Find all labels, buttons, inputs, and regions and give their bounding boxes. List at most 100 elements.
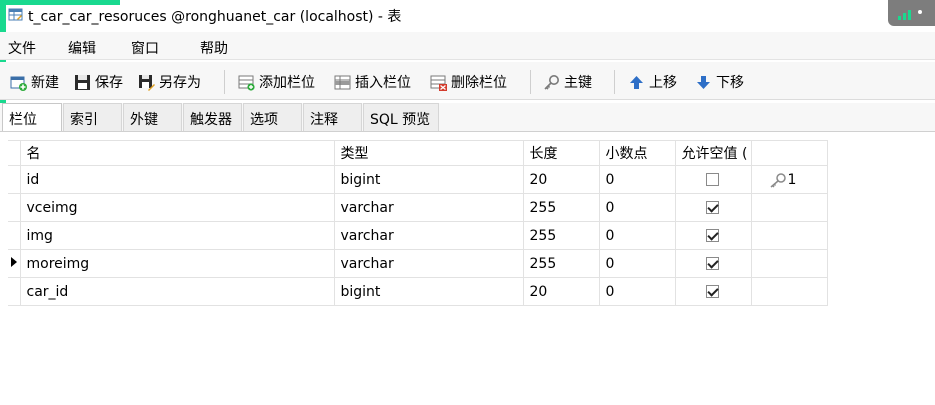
table-row[interactable]: car_id bigint 20 0 bbox=[8, 277, 828, 306]
column-header-decimals[interactable]: 小数点 bbox=[598, 140, 676, 166]
tab-indexes[interactable]: 索引 bbox=[63, 103, 122, 131]
toolbar: 新建 保存 另存为 添加栏位 插入栏位 删除栏位 主键 上移 下移 bbox=[0, 62, 935, 100]
key-icon bbox=[544, 74, 559, 90]
delete-field-button[interactable]: 删除栏位 bbox=[430, 71, 507, 93]
field-decimals-cell[interactable]: 0 bbox=[598, 165, 676, 194]
table-row[interactable]: vceimg varchar 255 0 bbox=[8, 193, 828, 222]
current-row-arrow-icon bbox=[10, 256, 17, 267]
field-type-cell[interactable]: varchar bbox=[333, 249, 524, 278]
fields-header-row: 名 类型 长度 小数点 允许空值 ( bbox=[8, 140, 828, 166]
table-row-current[interactable]: moreimg varchar 255 0 bbox=[8, 249, 828, 278]
key-cell[interactable]: 1 bbox=[750, 165, 828, 194]
menu-help[interactable]: 帮助 bbox=[200, 38, 228, 58]
field-decimals-cell[interactable]: 0 bbox=[598, 249, 676, 278]
row-indicator bbox=[8, 277, 21, 306]
fields-grid-area: 名 类型 长度 小数点 允许空值 ( id bigint 20 0 1 vcei… bbox=[0, 131, 935, 405]
field-type-cell[interactable]: varchar bbox=[333, 193, 524, 222]
field-type-cell[interactable]: bigint bbox=[333, 277, 524, 306]
accent-strip bbox=[0, 0, 120, 5]
save-as-button[interactable]: 另存为 bbox=[138, 71, 201, 93]
move-up-label: 上移 bbox=[649, 75, 677, 91]
column-header-key[interactable] bbox=[750, 140, 828, 166]
field-length-cell[interactable]: 255 bbox=[522, 249, 600, 278]
primary-key-order: 1 bbox=[787, 171, 797, 188]
move-up-button[interactable]: 上移 bbox=[628, 71, 677, 93]
key-cell[interactable] bbox=[750, 277, 828, 306]
column-header-type[interactable]: 类型 bbox=[333, 140, 524, 166]
field-decimals-cell[interactable]: 0 bbox=[598, 221, 676, 250]
move-down-button[interactable]: 下移 bbox=[695, 71, 744, 93]
tab-comments[interactable]: 注释 bbox=[303, 103, 362, 131]
field-length-cell[interactable]: 20 bbox=[522, 277, 600, 306]
network-status-widget[interactable] bbox=[888, 0, 935, 26]
table-row[interactable]: id bigint 20 0 1 bbox=[8, 165, 828, 194]
field-length-cell[interactable]: 255 bbox=[522, 221, 600, 250]
save-button[interactable]: 保存 bbox=[74, 71, 123, 93]
column-header-allow-null[interactable]: 允许空值 ( bbox=[674, 140, 752, 166]
key-cell[interactable] bbox=[750, 249, 828, 278]
primary-key-button[interactable]: 主键 bbox=[543, 71, 592, 93]
field-name-cell[interactable]: vceimg bbox=[19, 193, 335, 222]
fields-table: 名 类型 长度 小数点 允许空值 ( id bigint 20 0 1 vcei… bbox=[8, 140, 828, 306]
tab-fields[interactable]: 栏位 bbox=[2, 103, 62, 132]
primary-key-label: 主键 bbox=[564, 75, 592, 91]
field-length-cell[interactable]: 20 bbox=[522, 165, 600, 194]
save-icon bbox=[75, 74, 90, 90]
allow-null-checkbox[interactable] bbox=[705, 201, 719, 214]
primary-key-icon bbox=[770, 172, 786, 188]
menu-edit[interactable]: 编辑 bbox=[68, 38, 96, 58]
allow-null-cell bbox=[674, 165, 752, 194]
arrow-down-icon bbox=[697, 75, 710, 89]
field-name-cell[interactable]: img bbox=[19, 221, 335, 250]
new-button[interactable]: 新建 bbox=[10, 71, 59, 93]
field-type-cell[interactable]: varchar bbox=[333, 221, 524, 250]
menu-file[interactable]: 文件 bbox=[8, 38, 36, 58]
move-down-label: 下移 bbox=[716, 75, 744, 91]
row-indicator bbox=[8, 193, 21, 222]
row-indicator bbox=[8, 165, 21, 194]
field-type-cell[interactable]: bigint bbox=[333, 165, 524, 194]
allow-null-checkbox[interactable] bbox=[705, 257, 719, 270]
tab-options[interactable]: 选项 bbox=[243, 103, 302, 131]
table-row[interactable]: img varchar 255 0 bbox=[8, 221, 828, 250]
insert-field-label: 插入栏位 bbox=[355, 75, 411, 91]
key-cell[interactable] bbox=[750, 221, 828, 250]
menu-bar: 文件 编辑 窗口 帮助 bbox=[0, 32, 935, 60]
column-header-name[interactable]: 名 bbox=[19, 140, 335, 166]
allow-null-cell bbox=[674, 193, 752, 222]
add-field-label: 添加栏位 bbox=[259, 75, 315, 91]
row-indicator-header bbox=[8, 140, 21, 166]
tab-sql-preview[interactable]: SQL 预览 bbox=[363, 103, 439, 131]
window-title: t_car_car_resoruces @ronghuanet_car (loc… bbox=[28, 9, 402, 25]
save-as-label: 另存为 bbox=[159, 75, 201, 91]
add-field-button[interactable]: 添加栏位 bbox=[238, 71, 315, 93]
allow-null-checkbox[interactable] bbox=[705, 285, 719, 298]
toolbar-separator bbox=[224, 70, 225, 94]
toolbar-separator bbox=[614, 70, 615, 94]
field-name-cell[interactable]: id bbox=[19, 165, 335, 194]
allow-null-checkbox[interactable] bbox=[705, 229, 719, 242]
allow-null-cell bbox=[674, 277, 752, 306]
add-field-icon bbox=[238, 75, 255, 91]
field-length-cell[interactable]: 255 bbox=[522, 193, 600, 222]
field-name-cell[interactable]: moreimg bbox=[19, 249, 335, 278]
tab-foreign-keys[interactable]: 外键 bbox=[123, 103, 182, 131]
allow-null-cell bbox=[674, 221, 752, 250]
field-decimals-cell[interactable]: 0 bbox=[598, 277, 676, 306]
tab-triggers[interactable]: 触发器 bbox=[183, 103, 242, 131]
field-decimals-cell[interactable]: 0 bbox=[598, 193, 676, 222]
insert-field-icon bbox=[334, 75, 351, 89]
menu-window[interactable]: 窗口 bbox=[131, 38, 159, 58]
delete-field-label: 删除栏位 bbox=[451, 75, 507, 91]
save-as-icon bbox=[139, 74, 155, 91]
column-header-length[interactable]: 长度 bbox=[522, 140, 600, 166]
delete-field-icon bbox=[430, 75, 447, 91]
field-name-cell[interactable]: car_id bbox=[19, 277, 335, 306]
row-indicator bbox=[8, 249, 21, 278]
title-bar: t_car_car_resoruces @ronghuanet_car (loc… bbox=[0, 0, 935, 30]
row-indicator bbox=[8, 221, 21, 250]
allow-null-checkbox[interactable] bbox=[705, 173, 719, 186]
insert-field-button[interactable]: 插入栏位 bbox=[334, 71, 411, 93]
allow-null-cell bbox=[674, 249, 752, 278]
key-cell[interactable] bbox=[750, 193, 828, 222]
